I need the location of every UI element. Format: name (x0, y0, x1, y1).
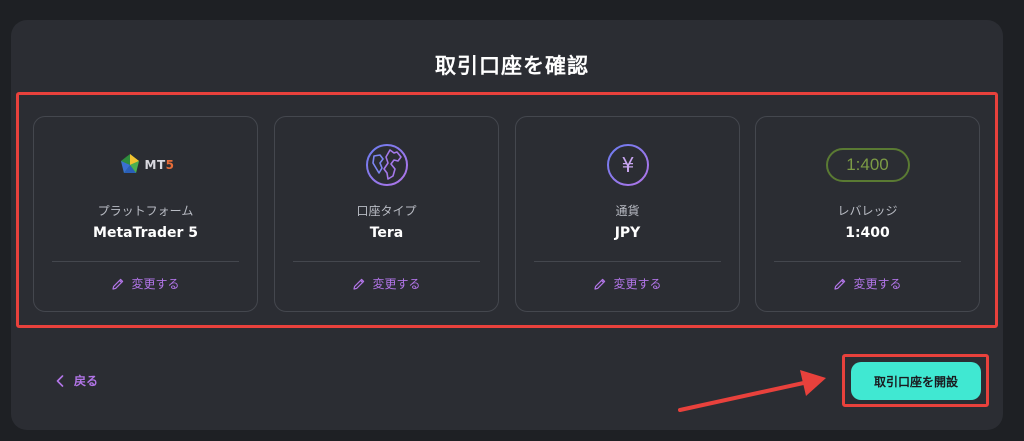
account-type-card: 口座タイプ Tera 変更する (274, 116, 499, 312)
yen-circle-icon: ¥ (606, 144, 649, 186)
back-label: 戻る (74, 374, 99, 388)
pencil-icon (594, 278, 606, 290)
card-label: 通貨 (615, 204, 640, 218)
card-value: JPY (614, 225, 641, 241)
change-label: 変更する (372, 277, 421, 291)
change-label: 変更する (853, 277, 902, 291)
card-value: MetaTrader 5 (93, 225, 198, 241)
card-value: 1:400 (845, 225, 890, 241)
mt5-emblem-icon (120, 154, 139, 173)
leverage-card: 1:400 レバレッジ 1:400 変更する (755, 116, 980, 312)
mt5-logo-number: 5 (165, 158, 175, 172)
mt5-logo-text: MT (144, 158, 166, 172)
change-label: 変更する (131, 277, 180, 291)
pencil-icon (834, 278, 846, 290)
annotation-arrow-icon (678, 370, 826, 412)
open-account-button[interactable]: 取引口座を開設 (851, 362, 981, 400)
change-account-type-button[interactable]: 変更する (275, 275, 498, 292)
back-button[interactable]: 戻る (56, 372, 98, 389)
change-leverage-button[interactable]: 変更する (756, 275, 979, 292)
card-label: プラットフォーム (97, 204, 194, 218)
change-currency-button[interactable]: 変更する (516, 275, 739, 292)
platform-card: MT5 プラットフォーム MetaTrader 5 変更する (33, 116, 258, 312)
pencil-icon (112, 278, 124, 290)
card-label: レバレッジ (837, 204, 898, 218)
card-divider (52, 261, 239, 262)
page-title: 取引口座を確認 (435, 54, 589, 78)
yen-symbol: ¥ (621, 153, 634, 177)
pencil-icon (353, 278, 365, 290)
card-value: Tera (369, 225, 404, 241)
currency-card: ¥ 通貨 JPY 変更する (515, 116, 740, 312)
page: 取引口座を確認 MT5 プラットフォーム MetaTrader 5 変更する 口… (0, 0, 1024, 441)
chevron-left-icon (56, 374, 64, 387)
card-divider (293, 261, 480, 262)
globe-icon (365, 144, 408, 186)
change-platform-button[interactable]: 変更する (34, 275, 257, 292)
card-divider (774, 261, 961, 262)
mt5-logo-icon: MT5 (117, 152, 175, 178)
card-divider (534, 261, 721, 262)
card-label: 口座タイプ (356, 204, 417, 218)
leverage-badge-icon: 1:400 (825, 148, 910, 182)
change-label: 変更する (613, 277, 662, 291)
